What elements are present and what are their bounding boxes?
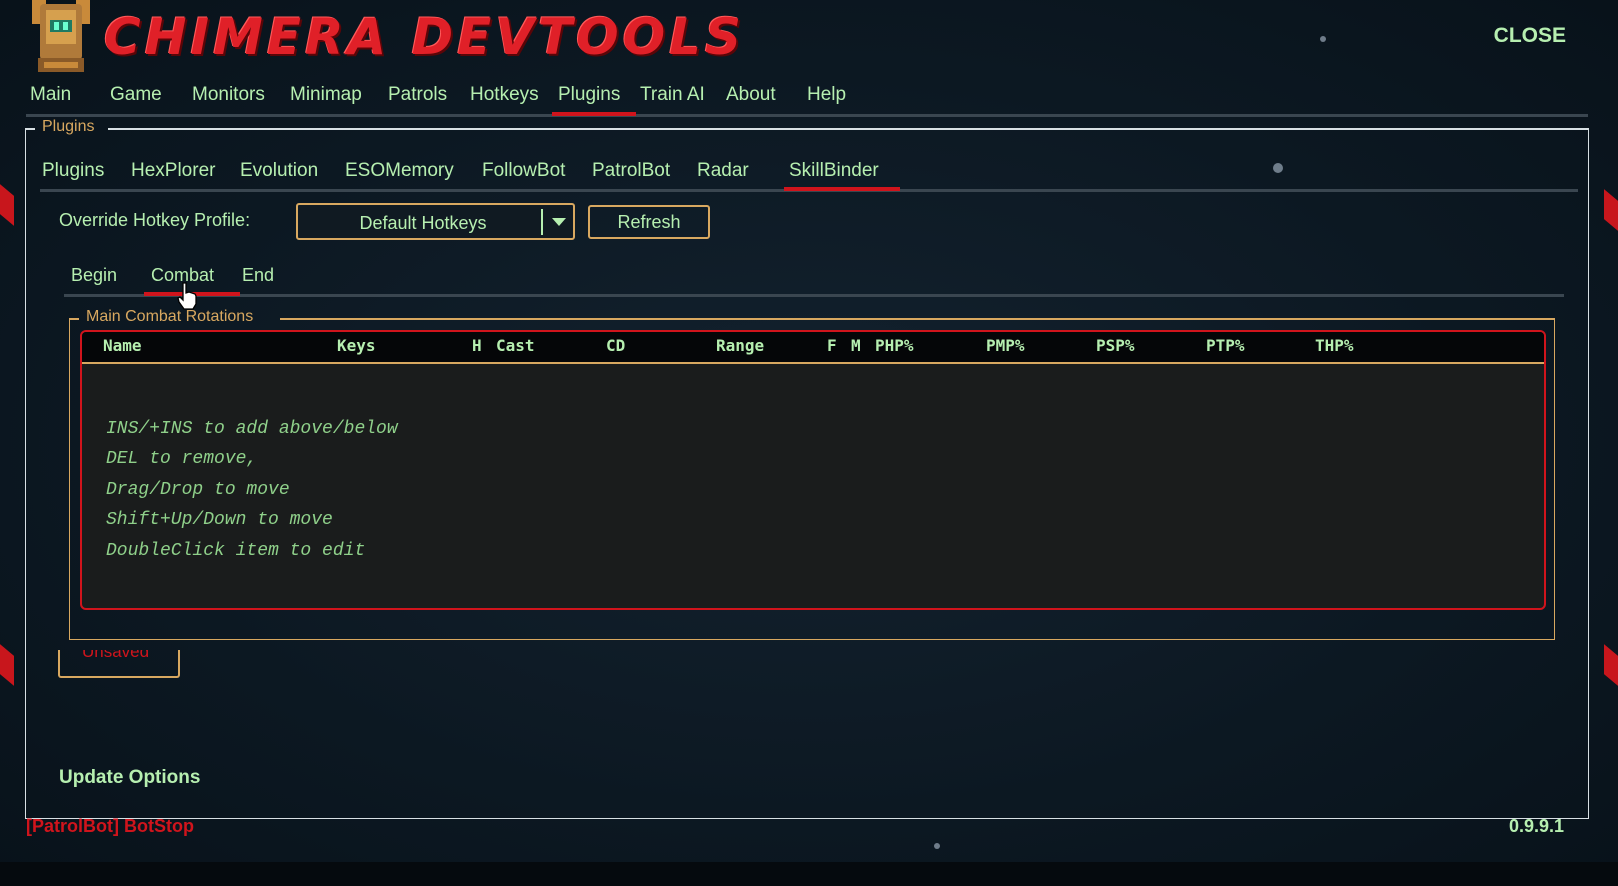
column-f[interactable]: F: [827, 336, 837, 355]
menu-item-game[interactable]: Game: [110, 84, 162, 106]
menu-item-train-ai[interactable]: Train AI: [640, 84, 705, 106]
app-title: CHIMERA DEVTOOLS: [104, 8, 746, 66]
star-dot: [1320, 36, 1326, 42]
menu-item-main[interactable]: Main: [30, 84, 71, 106]
menu-item-plugins[interactable]: Plugins: [558, 84, 620, 106]
menu-item-minimap[interactable]: Minimap: [290, 84, 362, 106]
chevron-down-icon[interactable]: [552, 218, 566, 226]
column-thp[interactable]: THP%: [1315, 336, 1354, 355]
hint-shift-move: Shift+Up/Down to move: [106, 510, 333, 530]
menu-item-about[interactable]: About: [726, 84, 776, 106]
version-label: 0.9.9.1: [1508, 816, 1564, 836]
tab-end[interactable]: End: [242, 265, 274, 286]
override-hotkey-label: Override Hotkey Profile:: [59, 210, 251, 230]
group-border: [280, 318, 1555, 320]
hint-double-click: DoubleClick item to edit: [106, 541, 366, 561]
menu-item-help[interactable]: Help: [807, 84, 846, 106]
rotation-list-header: Name Keys H Cast CD Range F M PHP% PMP% …: [82, 332, 1544, 364]
refresh-button[interactable]: Refresh: [588, 205, 710, 239]
panel-border: [108, 128, 1588, 130]
update-options-button[interactable]: Update Options: [59, 767, 200, 789]
menu-active-indicator: [552, 112, 636, 116]
status-text: [PatrolBot] BotStop: [26, 816, 194, 836]
menu-item-hotkeys[interactable]: Hotkeys: [470, 84, 539, 106]
subtab-esomemory[interactable]: ESOMemory: [345, 160, 454, 182]
panel-border: [25, 128, 35, 130]
menu-divider: [26, 114, 1588, 117]
hotkey-profile-select[interactable]: Default Hotkeys: [296, 203, 575, 240]
tab-begin[interactable]: Begin: [71, 265, 117, 286]
column-php[interactable]: PHP%: [875, 336, 914, 355]
subtab-patrolbot[interactable]: PatrolBot: [592, 160, 670, 182]
column-cast[interactable]: Cast: [496, 336, 535, 355]
star-dot: [934, 843, 940, 849]
group-border: [69, 318, 79, 320]
hotkey-profile-value: Default Hotkeys: [359, 213, 487, 233]
phase-tab-divider: [64, 294, 1564, 297]
bottom-bar: [0, 862, 1618, 886]
column-name[interactable]: Name: [103, 336, 142, 355]
column-cd[interactable]: CD: [606, 336, 625, 355]
column-range[interactable]: Range: [716, 336, 764, 355]
hint-delete: DEL to remove,: [106, 449, 258, 469]
column-keys[interactable]: Keys: [337, 336, 376, 355]
subtab-skillbinder[interactable]: SkillBinder: [789, 160, 879, 182]
subtab-hexplorer[interactable]: HexPlorer: [131, 160, 215, 182]
dropdown-separator: [541, 209, 543, 235]
plugins-panel-legend: Plugins: [42, 118, 95, 135]
menu-item-monitors[interactable]: Monitors: [192, 84, 265, 106]
subtab-active-indicator: [784, 187, 900, 191]
subtab-evolution[interactable]: Evolution: [240, 160, 318, 182]
armored-knight-logo-icon: [32, 0, 90, 72]
column-ptp[interactable]: PTP%: [1206, 336, 1245, 355]
unsaved-badge: Unsaved: [58, 650, 180, 678]
close-button[interactable]: CLOSE: [1494, 24, 1566, 48]
hand-pointer-icon: [177, 282, 197, 310]
column-m[interactable]: M: [851, 336, 861, 355]
column-psp[interactable]: PSP%: [1096, 336, 1135, 355]
unsaved-label: Unsaved: [82, 650, 150, 661]
subtab-radar[interactable]: Radar: [697, 160, 749, 182]
subtab-plugins[interactable]: Plugins: [42, 160, 104, 182]
menu-item-patrols[interactable]: Patrols: [388, 84, 447, 106]
column-pmp[interactable]: PMP%: [986, 336, 1025, 355]
column-h[interactable]: H: [472, 336, 482, 355]
hint-drag-drop: Drag/Drop to move: [106, 480, 290, 500]
subtab-followbot[interactable]: FollowBot: [482, 160, 565, 182]
rotation-list[interactable]: Name Keys H Cast CD Range F M PHP% PMP% …: [80, 330, 1546, 610]
hint-insert: INS/+INS to add above/below: [106, 419, 398, 439]
combat-rotations-legend: Main Combat Rotations: [86, 308, 254, 325]
